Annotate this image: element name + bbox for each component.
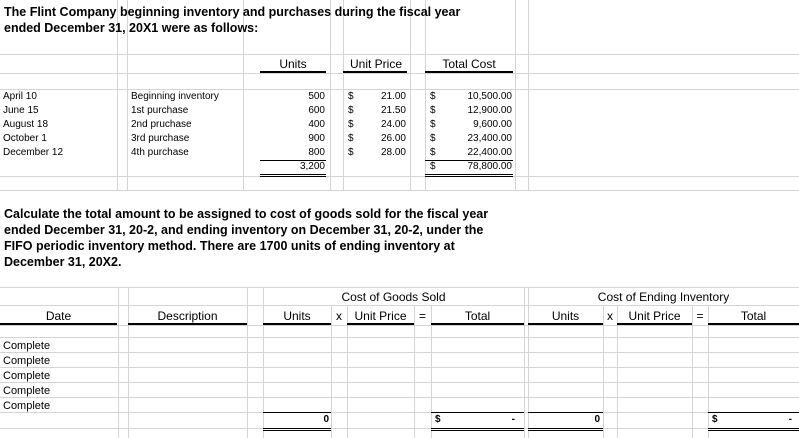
answer-row-date[interactable]: Complete [3,340,50,352]
row-date: December 12 [3,147,64,158]
answer-row-date[interactable]: Complete [3,370,50,382]
question-line-2: ended December 31, 20-2, and ending inve… [4,223,484,237]
row-units: 800 [308,147,325,158]
row-price-currency: $ [348,91,354,102]
row-total-currency: $ [430,105,436,116]
cogs-total[interactable]: - [445,414,515,426]
cogs-times: x [336,309,342,323]
ei-total[interactable]: - [722,414,792,426]
ei-currency: $ [712,414,718,425]
ei-col-total: Total [740,309,767,323]
cogs-title: Cost of Goods Sold [341,290,446,304]
question-line-4: December 31, 20X2. [4,255,122,269]
answer-row-date[interactable]: Complete [3,385,50,397]
header-total-cost: Total Cost [442,57,496,71]
row-total-currency: $ [430,147,436,158]
cogs-col-unit-price: Unit Price [354,309,407,323]
row-price-currency: $ [348,147,354,158]
row-date: August 18 [3,119,49,130]
row-description: Beginning inventory [131,91,219,102]
row-unit-price: 24.00 [380,119,406,130]
cogs-col-units: Units [283,309,311,323]
cogs-units-total[interactable]: 0 [263,414,329,426]
row-total-currency: $ [430,91,436,102]
row-date: April 10 [3,91,37,102]
cogs-col-total: Total [464,309,491,323]
intro-line-1: The Flint Company beginning inventory an… [4,5,461,19]
row-total-cost: 9,600.00 [473,119,512,130]
row-date: October 1 [3,133,47,144]
ei-units-total[interactable]: 0 [528,414,600,426]
row-description: 3rd purchase [131,133,190,144]
row-date: June 15 [3,105,39,116]
ei-title: Cost of Ending Inventory [597,290,730,304]
answer-row-date[interactable]: Complete [3,355,50,367]
col-date: Date [45,309,72,323]
header-units: Units [279,57,307,71]
row-units: 500 [308,91,325,102]
row-total-cost: 12,900.00 [467,105,513,116]
question-line-1: Calculate the total amount to be assigne… [4,207,489,221]
row-unit-price: 21.00 [380,91,406,102]
currency-sign: $ [430,161,436,172]
cogs-equals: = [418,309,426,323]
total-cost: 78,800.00 [467,161,513,172]
row-description: 2nd pruchase [131,119,192,130]
row-total-cost: 22,400.00 [467,147,513,158]
row-price-currency: $ [348,119,354,130]
ei-times: x [607,309,613,323]
intro-line-2: ended December 31, 20X1 were as follows: [4,21,259,35]
ei-col-unit-price: Unit Price [628,309,681,323]
row-price-currency: $ [348,133,354,144]
row-description: 1st purchase [131,105,189,116]
header-unit-price: Unit Price [349,57,402,71]
total-units: 3,200 [299,161,325,172]
row-price-currency: $ [348,105,354,116]
ei-equals: = [696,309,704,323]
row-unit-price: 21.50 [380,105,406,116]
row-units: 900 [308,133,325,144]
row-total-cost: 10,500.00 [467,91,513,102]
spreadsheet: The Flint Company beginning inventory an… [0,0,799,438]
answer-row-date[interactable]: Complete [3,400,50,412]
row-total-cost: 23,400.00 [467,133,513,144]
question-line-3: FIFO periodic inventory method. There ar… [4,239,455,253]
row-unit-price: 26.00 [380,133,406,144]
col-description: Description [157,309,218,323]
row-total-currency: $ [430,119,436,130]
row-units: 400 [308,119,325,130]
cogs-currency: $ [435,414,441,425]
row-unit-price: 28.00 [380,147,406,158]
row-total-currency: $ [430,133,436,144]
ei-col-units: Units [551,309,580,323]
row-units: 600 [308,105,325,116]
row-description: 4th purchase [131,147,189,158]
